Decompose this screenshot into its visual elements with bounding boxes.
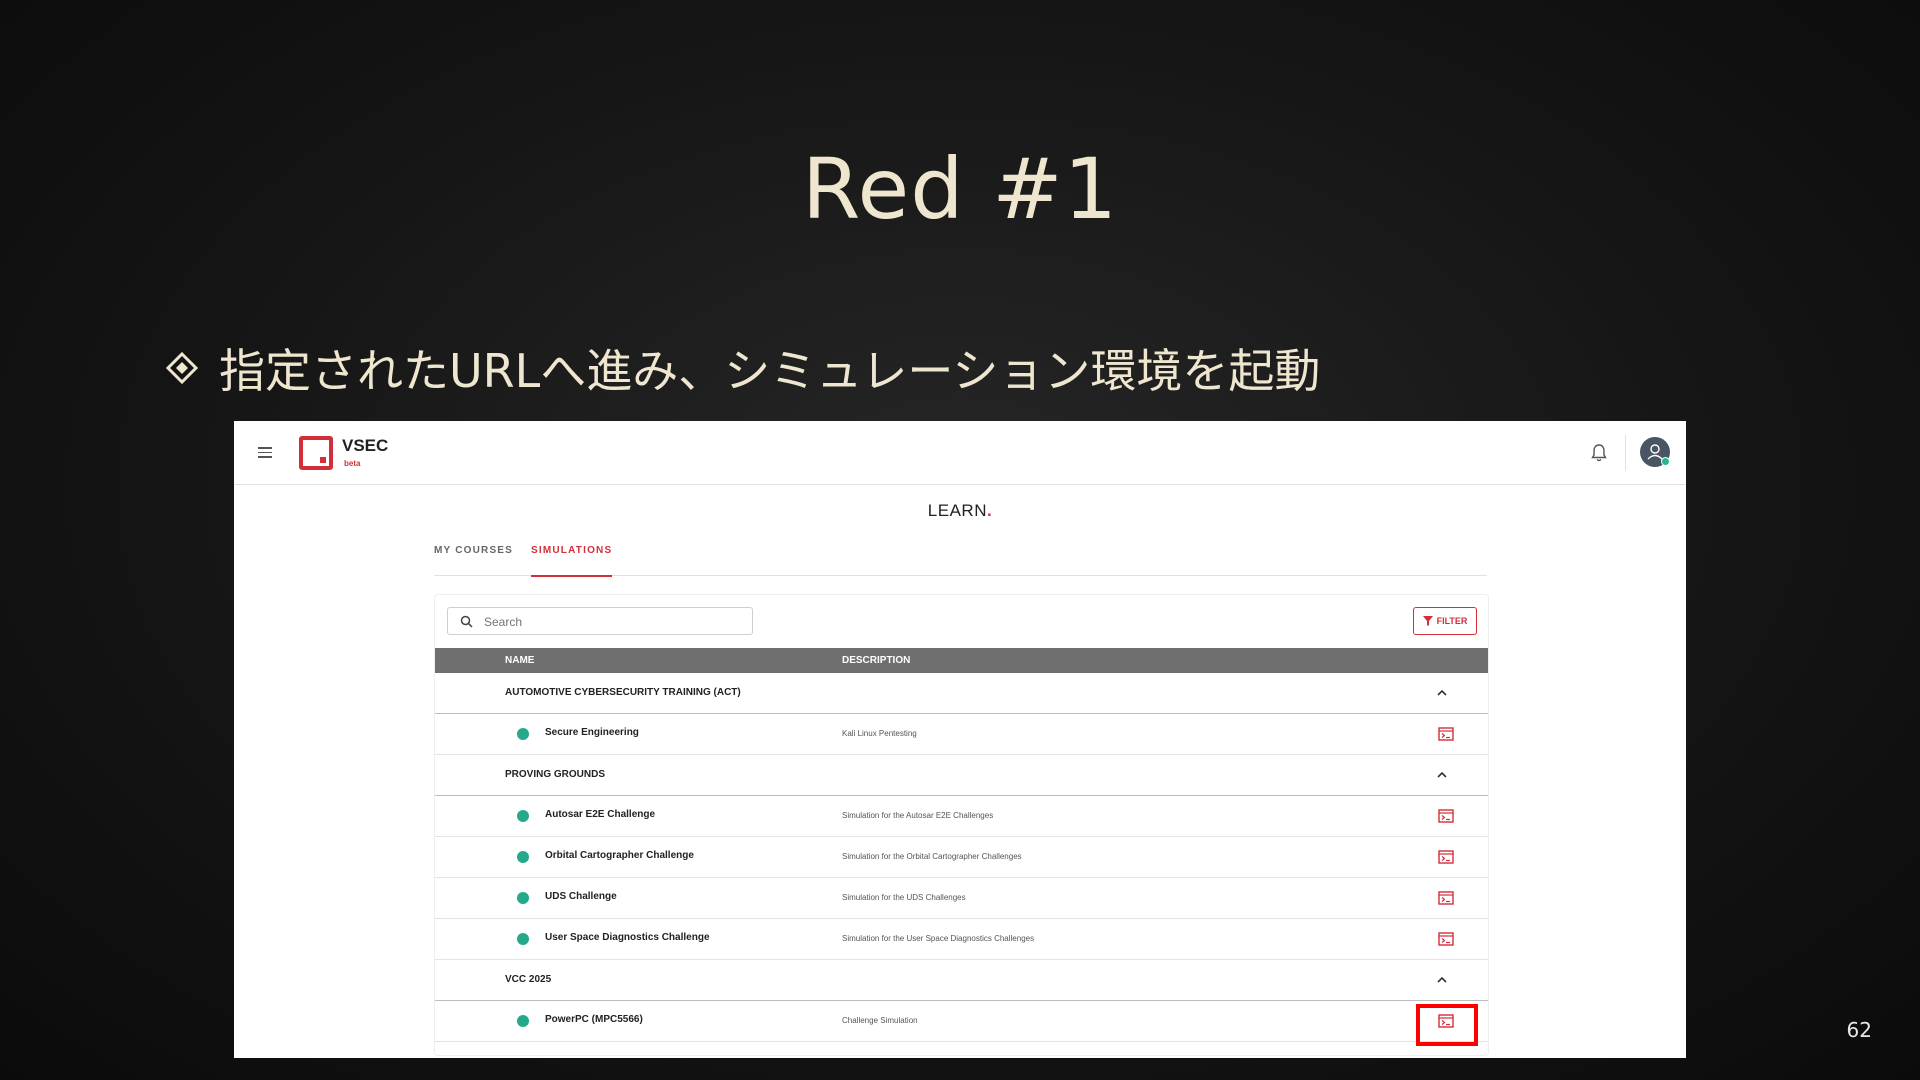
tab-bar: MY COURSES SIMULATIONS [434,545,1487,577]
simulation-name: Secure Engineering [545,727,639,738]
tab-my-courses[interactable]: MY COURSES [434,545,513,575]
group-name: VCC 2025 [505,974,552,985]
status-dot [517,728,529,740]
group-name: PROVING GROUNDS [505,769,606,780]
highlight-box [1416,1004,1478,1046]
slide-title: Red #1 [801,140,1119,238]
group-name: AUTOMOTIVE CYBERSECURITY TRAINING (ACT) [505,687,741,698]
table-header: NAME DESCRIPTION [435,648,1488,673]
search-input[interactable] [482,612,746,632]
bell-icon[interactable] [1590,443,1608,463]
table-row: Autosar E2E Challenge Simulation for the… [435,796,1488,837]
vsec-logo-icon[interactable] [299,436,333,470]
table-row: Orbital Cartographer Challenge Simulatio… [435,837,1488,878]
search-icon [460,615,473,628]
filter-button[interactable]: FILTER [1413,607,1477,635]
status-dot [517,851,529,863]
avatar[interactable] [1640,437,1670,467]
simulation-name: Autosar E2E Challenge [545,809,656,820]
chevron-up-icon[interactable] [1436,687,1448,699]
group-row[interactable]: AUTOMOTIVE CYBERSECURITY TRAINING (ACT) [435,673,1488,714]
table-row: User Space Diagnostics Challenge Simulat… [435,919,1488,960]
beta-label: beta [344,459,361,468]
status-dot [517,1015,529,1027]
search-box [447,607,753,635]
terminal-icon[interactable] [1438,891,1454,905]
app-screenshot: VSEC beta LEARN. MY COURSES SIMULATIONS [234,421,1686,1058]
terminal-icon[interactable] [1438,932,1454,946]
simulation-description: Simulation for the UDS Challenges [842,893,966,902]
table-row: Secure Engineering Kali Linux Pentesting [435,714,1488,755]
status-dot [517,933,529,945]
online-status-dot [1661,457,1670,466]
simulation-description: Challenge Simulation [842,1016,918,1025]
chevron-up-icon[interactable] [1436,974,1448,986]
header-divider [1625,435,1626,471]
diamond-bullet-icon [165,351,199,385]
tab-simulations[interactable]: SIMULATIONS [531,545,613,577]
terminal-icon[interactable] [1438,850,1454,864]
brand-name: VSEC [342,436,389,455]
chevron-up-icon[interactable] [1436,769,1448,781]
table-row: UDS Challenge Simulation for the UDS Cha… [435,878,1488,919]
table-row: PowerPC (MPC5566) Challenge Simulation [435,1001,1488,1046]
status-dot [517,892,529,904]
simulation-name: UDS Challenge [545,891,617,902]
page-number: 62 [1846,1018,1872,1042]
bullet-item: 指定されたURLへ進み、シミュレーション環境を起動 [165,335,1320,401]
top-bar: VSEC beta [234,421,1686,485]
filter-icon [1422,616,1433,626]
simulation-description: Simulation for the Autosar E2E Challenge… [842,811,994,820]
simulation-description: Simulation for the User Space Diagnostic… [842,934,1035,943]
column-header-name[interactable]: NAME [505,655,534,666]
terminal-icon[interactable] [1438,809,1454,823]
simulation-name: Orbital Cartographer Challenge [545,850,694,861]
simulation-name: User Space Diagnostics Challenge [545,932,710,943]
page-title: LEARN. [927,501,993,520]
terminal-icon[interactable] [1438,727,1454,741]
simulations-card: FILTER NAME DESCRIPTION AUTOMOTIVE CYBER… [434,594,1489,1056]
status-dot [517,810,529,822]
group-row[interactable]: VCC 2025 [435,960,1488,1001]
bullet-text: 指定されたURLへ進み、シミュレーション環境を起動 [219,344,1321,398]
menu-icon[interactable] [258,447,272,458]
group-row[interactable]: PROVING GROUNDS [435,755,1488,796]
column-header-description[interactable]: DESCRIPTION [842,655,910,666]
simulation-description: Kali Linux Pentesting [842,729,917,738]
simulation-name: PowerPC (MPC5566) [545,1014,643,1025]
simulation-description: Simulation for the Orbital Cartographer … [842,852,1022,861]
